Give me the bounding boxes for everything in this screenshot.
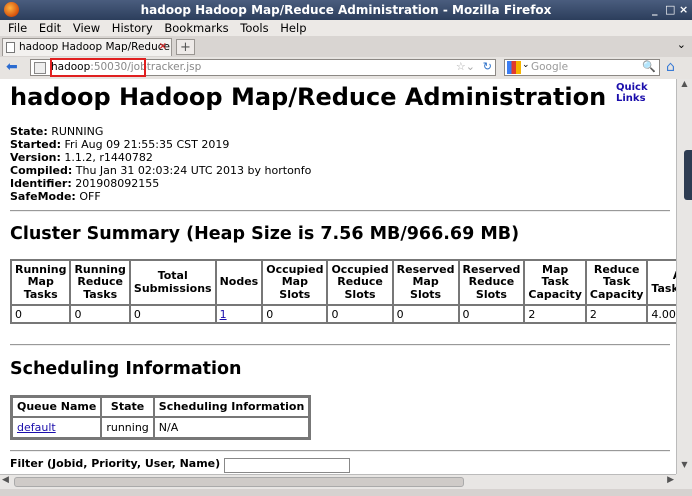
divider xyxy=(10,210,670,212)
side-panel-handle[interactable] xyxy=(684,150,692,200)
table-row: default running N/A xyxy=(12,417,310,438)
col-total-submissions: Total Submissions xyxy=(129,260,216,305)
quick-links-link[interactable]: Quick Links xyxy=(616,82,676,104)
queue-default-link[interactable]: default xyxy=(17,421,56,434)
col-running-map-tasks: Running Map Tasks xyxy=(11,260,71,305)
cell-total-submissions: 0 xyxy=(129,305,216,323)
close-button[interactable]: × xyxy=(679,3,688,16)
info-version: Version: 1.1.2, r1440782 xyxy=(10,151,153,164)
scroll-left-icon[interactable]: ◀ xyxy=(2,475,9,485)
horizontal-scroll-thumb[interactable] xyxy=(14,477,464,487)
table-header-row: Queue Name State Scheduling Information xyxy=(12,397,310,417)
tab-bar: hadoop Hadoop Map/Reduce Ad... × + ⌄ xyxy=(0,36,692,58)
menu-help[interactable]: Help xyxy=(280,21,306,35)
cell-reserved-map-slots: 0 xyxy=(392,305,459,323)
col-occupied-map-slots: Occupied Map Slots xyxy=(262,260,328,305)
menubar: File Edit View History Bookmarks Tools H… xyxy=(0,20,692,36)
scroll-right-icon[interactable]: ▶ xyxy=(667,475,674,485)
page-icon xyxy=(6,42,15,53)
col-reserved-map-slots: Reserved Map Slots xyxy=(392,260,459,305)
col-occupied-reduce-slots: Occupied Reduce Slots xyxy=(327,260,393,305)
search-engine-dropdown-icon[interactable]: ⌄ xyxy=(522,60,530,70)
tab-close-icon[interactable]: × xyxy=(159,41,167,52)
search-bar[interactable]: ⌄ Google 🔍 xyxy=(504,59,660,76)
menu-file[interactable]: File xyxy=(8,21,27,35)
col-map-task-capacity: Map Task Capacity xyxy=(524,260,586,305)
menu-view[interactable]: View xyxy=(73,21,100,35)
scroll-down-icon[interactable]: ▼ xyxy=(677,460,692,474)
table-header-row: Running Map Tasks Running Reduce Tasks Total… xyxy=(11,260,676,305)
url-highlight-box xyxy=(50,58,146,77)
info-safemode: SafeMode: OFF xyxy=(10,190,101,203)
cell-nodes: 1 xyxy=(215,305,263,323)
cell-state: running xyxy=(101,417,154,438)
info-started: Started: Fri Aug 09 21:55:35 CST 2019 xyxy=(10,138,230,151)
search-placeholder: Google xyxy=(531,61,569,73)
divider xyxy=(10,344,670,346)
col-running-reduce-tasks: Running Reduce Tasks xyxy=(70,260,130,305)
vertical-scrollbar[interactable]: ▲ ▼ xyxy=(676,79,692,474)
cluster-summary-table: Running Map Tasks Running Reduce Tasks Total… xyxy=(10,259,676,324)
cell-occupied-map-slots: 0 xyxy=(262,305,328,323)
info-compiled: Compiled: Thu Jan 31 02:03:24 UTC 2013 b… xyxy=(10,164,312,177)
menu-history[interactable]: History xyxy=(112,21,153,35)
cell-scheduling-information: N/A xyxy=(153,417,310,438)
navigation-bar: ⬅ hadoop:50030/jobtracker.jsp ☆⌄ ↻ ⌄ Goo… xyxy=(0,57,692,80)
col-avg-tasks-node: Avg.Tasks/Node xyxy=(647,260,676,305)
col-scheduling-information: Scheduling Information xyxy=(153,397,310,417)
cell-running-reduce-tasks: 0 xyxy=(70,305,130,323)
maximize-button[interactable]: □ xyxy=(665,3,675,16)
bookmark-star-icon[interactable]: ☆⌄ xyxy=(456,60,475,73)
menu-bookmarks[interactable]: Bookmarks xyxy=(164,21,228,35)
tab-hadoop[interactable]: hadoop Hadoop Map/Reduce Ad... × xyxy=(2,38,172,56)
filter-input[interactable] xyxy=(224,458,350,473)
col-state: State xyxy=(101,397,154,417)
page-title: hadoop Hadoop Map/Reduce Administration xyxy=(10,83,607,111)
cell-running-map-tasks: 0 xyxy=(11,305,71,323)
reload-icon[interactable]: ↻ xyxy=(483,60,492,73)
col-queue-name: Queue Name xyxy=(12,397,102,417)
home-icon[interactable]: ⌂ xyxy=(666,59,675,75)
info-state: State: RUNNING xyxy=(10,125,104,138)
col-reduce-task-capacity: Reduce Task Capacity xyxy=(585,260,648,305)
minimize-button[interactable]: _ xyxy=(652,3,658,16)
tab-list-chevron-icon[interactable]: ⌄ xyxy=(677,38,686,51)
search-icon[interactable]: 🔍 xyxy=(642,60,656,73)
cell-avg-tasks-node: 4.00 xyxy=(647,305,676,323)
cell-occupied-reduce-slots: 0 xyxy=(327,305,393,323)
cell-queue-name: default xyxy=(12,417,102,438)
site-identity-icon[interactable] xyxy=(34,62,46,74)
google-icon[interactable] xyxy=(507,61,521,74)
window-title: hadoop Hadoop Map/Reduce Administration … xyxy=(140,3,552,17)
cell-reduce-task-capacity: 2 xyxy=(585,305,648,323)
divider xyxy=(10,450,670,452)
scheduling-table: Queue Name State Scheduling Information … xyxy=(10,395,312,440)
horizontal-scrollbar[interactable]: ◀ ▶ xyxy=(0,474,676,489)
col-reserved-reduce-slots: Reserved Reduce Slots xyxy=(458,260,525,305)
tab-label: hadoop Hadoop Map/Reduce Ad... xyxy=(19,41,171,53)
url-bar[interactable]: hadoop:50030/jobtracker.jsp ☆⌄ ↻ xyxy=(30,58,496,77)
col-nodes: Nodes xyxy=(215,260,263,305)
new-tab-button[interactable]: + xyxy=(176,39,195,55)
menu-tools[interactable]: Tools xyxy=(240,21,268,35)
page-content: hadoop Hadoop Map/Reduce Administration … xyxy=(0,79,676,474)
scroll-up-icon[interactable]: ▲ xyxy=(677,79,692,93)
cell-reserved-reduce-slots: 0 xyxy=(458,305,525,323)
menu-edit[interactable]: Edit xyxy=(39,21,61,35)
table-row: 0 0 0 1 0 0 0 0 2 2 4.00 xyxy=(11,305,676,323)
cluster-summary-heading: Cluster Summary (Heap Size is 7.56 MB/96… xyxy=(10,224,520,244)
window-titlebar: hadoop Hadoop Map/Reduce Administration … xyxy=(0,0,692,20)
nodes-link[interactable]: 1 xyxy=(220,308,227,321)
filter-label: Filter (Jobid, Priority, User, Name) xyxy=(10,457,221,470)
info-identifier: Identifier: 201908092155 xyxy=(10,177,160,190)
status-bar xyxy=(0,489,692,496)
scheduling-heading: Scheduling Information xyxy=(10,359,242,379)
back-arrow-icon[interactable]: ⬅ xyxy=(6,59,18,75)
scrollbar-corner xyxy=(676,474,692,489)
cluster-info: State: RUNNING Started: Fri Aug 09 21:55… xyxy=(10,125,311,203)
cell-map-task-capacity: 2 xyxy=(524,305,586,323)
